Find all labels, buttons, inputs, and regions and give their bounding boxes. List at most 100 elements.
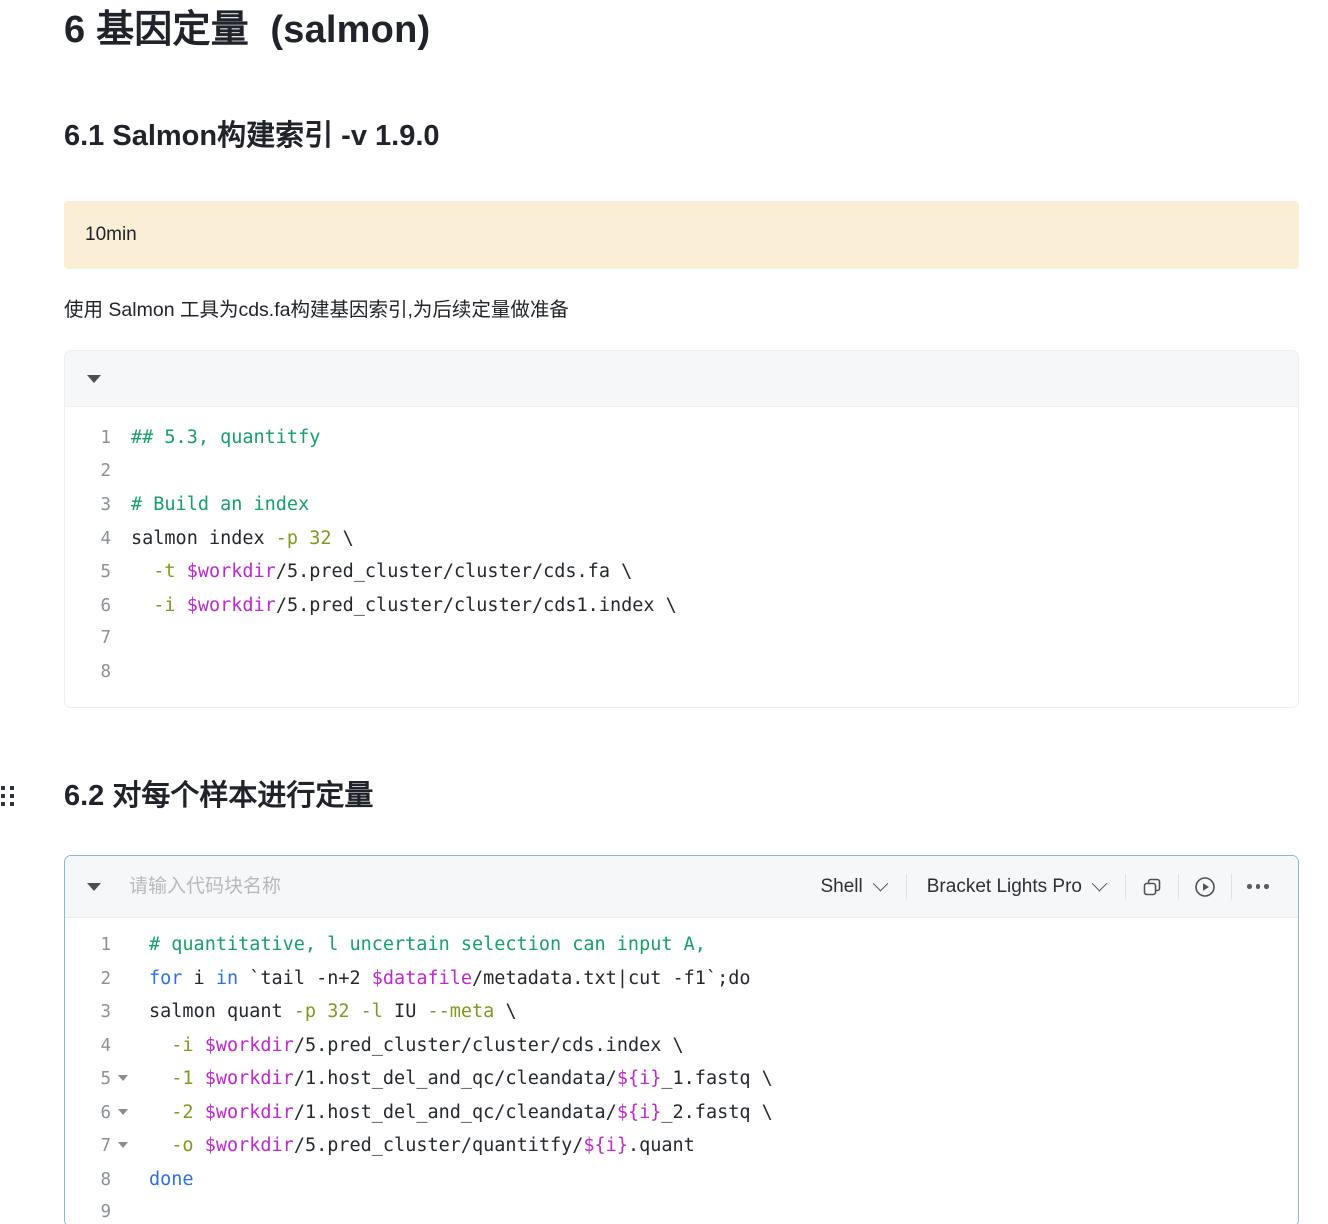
code-line[interactable]: 6 -2 $workdir/1.host_del_and_qc/cleandat… [65, 1096, 1298, 1130]
code-line[interactable]: 4 -i $workdir/5.pred_cluster/cluster/cds… [65, 1029, 1298, 1063]
code-token: /metadata.txt|cut -f1`;do [472, 967, 751, 989]
line-number: 3 [100, 1002, 111, 1022]
code-line[interactable]: 9 [65, 1196, 1298, 1224]
code-token: $workdir [204, 1101, 294, 1123]
code-token: $workdir [186, 561, 276, 582]
code-token: .quant [627, 1135, 695, 1156]
code-token: ## 5.3, quantitfy [131, 427, 321, 448]
code-token: /5.pred_cluster/cluster/cds1.index \ [275, 594, 677, 616]
code-block-index: 1 ## 5.3, quantitfy 2 3 # Build an index 4 sal… [64, 350, 1299, 708]
code-token: 32 [309, 527, 332, 549]
code-text: -2 $workdir/1.host_del_and_qc/cleandata/… [135, 1096, 773, 1130]
code-text: -i $workdir/5.pred_cluster/cluster/cds1.… [111, 589, 677, 623]
code-line[interactable]: 6 -i $workdir/5.pred_cluster/cluster/cds… [65, 589, 1298, 623]
code-token: /1.host_del_and_qc/cleandata/ [293, 1101, 617, 1123]
drag-dot [1, 785, 5, 790]
code-token: $workdir [186, 594, 276, 616]
code-token: /5.pred_cluster/cluster/cds.index \ [293, 1034, 684, 1056]
line-number: 5 [100, 562, 111, 582]
fold-toggle-icon[interactable] [111, 1108, 135, 1115]
line-number: 7 [100, 628, 111, 648]
code-block-title-input[interactable] [129, 875, 801, 898]
code-token: IU [382, 1001, 428, 1022]
code-line[interactable]: 3 # Build an index [65, 488, 1298, 522]
code-line[interactable]: 7 -o $workdir/5.pred_cluster/quantitfy/$… [65, 1129, 1298, 1163]
code-text: for i in `tail -n+2 $datafile/metadata.t… [135, 962, 750, 996]
fold-toggle-icon[interactable] [111, 1075, 135, 1081]
duration-callout: 10min [64, 201, 1299, 269]
code-token: -p [293, 1001, 317, 1022]
document-page: 6 基因定量 (salmon) 6.1 Salmon构建索引 -v 1.9.0 … [0, 0, 1328, 1224]
code-text: # quantitative, l uncertain selection ca… [135, 928, 706, 962]
code-line[interactable]: 1 # quantitative, l uncertain selection c… [65, 928, 1298, 962]
code-token: # Build an index [131, 494, 310, 515]
code-block-title-input[interactable] [129, 367, 1284, 390]
description-paragraph: 使用 Salmon 工具为cds.fa构建基因索引,为后续定量做准备 [64, 299, 569, 321]
code-block-header: Shell Bracket Lights Pro [65, 856, 1298, 918]
line-number: 9 [100, 1202, 111, 1222]
code-token: -t [153, 561, 176, 582]
line-number: 3 [100, 495, 111, 515]
heading-section-6-1: 6.1 Salmon构建索引 -v 1.9.0 [64, 120, 440, 152]
code-token: i [182, 967, 216, 989]
code-line[interactable]: 2 for i in `tail -n+2 $datafile/metadata.… [65, 962, 1298, 996]
code-text: -1 $workdir/1.host_del_and_qc/cleandata/… [135, 1062, 773, 1096]
line-number: 6 [100, 1102, 111, 1123]
more-options-button[interactable] [1232, 867, 1284, 907]
drag-dot [10, 793, 14, 798]
code-line[interactable]: 2 [65, 455, 1298, 489]
drag-dot [1, 801, 5, 806]
copy-button[interactable] [1126, 867, 1178, 907]
code-token: in [215, 967, 239, 989]
code-block-header [65, 351, 1298, 407]
code-text: -i $workdir/5.pred_cluster/cluster/cds.i… [135, 1029, 684, 1063]
caret-down-icon[interactable] [87, 374, 101, 383]
code-token: ${i} [616, 1101, 662, 1123]
code-token: -2 [171, 1101, 194, 1123]
line-number: 7 [100, 1136, 111, 1156]
code-line[interactable]: 8 done [65, 1163, 1298, 1197]
drag-dot [10, 785, 14, 790]
code-line[interactable]: 4 salmon index -p 32 \ [65, 522, 1298, 556]
chevron-down-icon [1091, 875, 1108, 892]
line-number: 8 [100, 1169, 111, 1190]
drag-dot [1, 793, 5, 798]
code-line[interactable]: 5 -t $workdir/5.pred_cluster/cluster/cds… [65, 555, 1298, 589]
line-number: 1 [100, 428, 111, 448]
block-drag-handle[interactable] [1, 784, 15, 808]
language-label: Shell [820, 875, 863, 897]
code-token: \ [331, 527, 354, 549]
code-token: `tail -n+2 [238, 967, 372, 989]
code-token: ${i} [583, 1135, 628, 1156]
code-block-quant: Shell Bracket Lights Pro [64, 855, 1299, 1224]
callout-text: 10min [85, 224, 137, 245]
code-token: done [149, 1168, 194, 1190]
code-token: -l [360, 1001, 383, 1022]
line-number: 5 [100, 1069, 111, 1089]
line-number: 4 [100, 528, 111, 549]
code-line[interactable]: 3 salmon quant -p 32 -l IU --meta \ [65, 995, 1298, 1029]
line-number: 1 [100, 935, 111, 955]
code-token: --meta [427, 1001, 495, 1022]
language-selector[interactable]: Shell [801, 876, 906, 898]
more-horizontal-icon [1247, 884, 1269, 889]
code-line[interactable]: 7 [65, 622, 1298, 656]
theme-selector[interactable]: Bracket Lights Pro [907, 876, 1125, 898]
code-line[interactable]: 1 ## 5.3, quantitfy [65, 421, 1298, 455]
fold-toggle-icon[interactable] [111, 1142, 135, 1148]
code-token: /1.host_del_and_qc/cleandata/ [293, 1068, 617, 1089]
run-button[interactable] [1179, 867, 1231, 907]
code-line[interactable]: 5 -1 $workdir/1.host_del_and_qc/cleandat… [65, 1062, 1298, 1096]
code-line[interactable]: 8 [65, 656, 1298, 690]
caret-down-icon[interactable] [87, 882, 101, 891]
code-text: ## 5.3, quantitfy [111, 421, 320, 455]
